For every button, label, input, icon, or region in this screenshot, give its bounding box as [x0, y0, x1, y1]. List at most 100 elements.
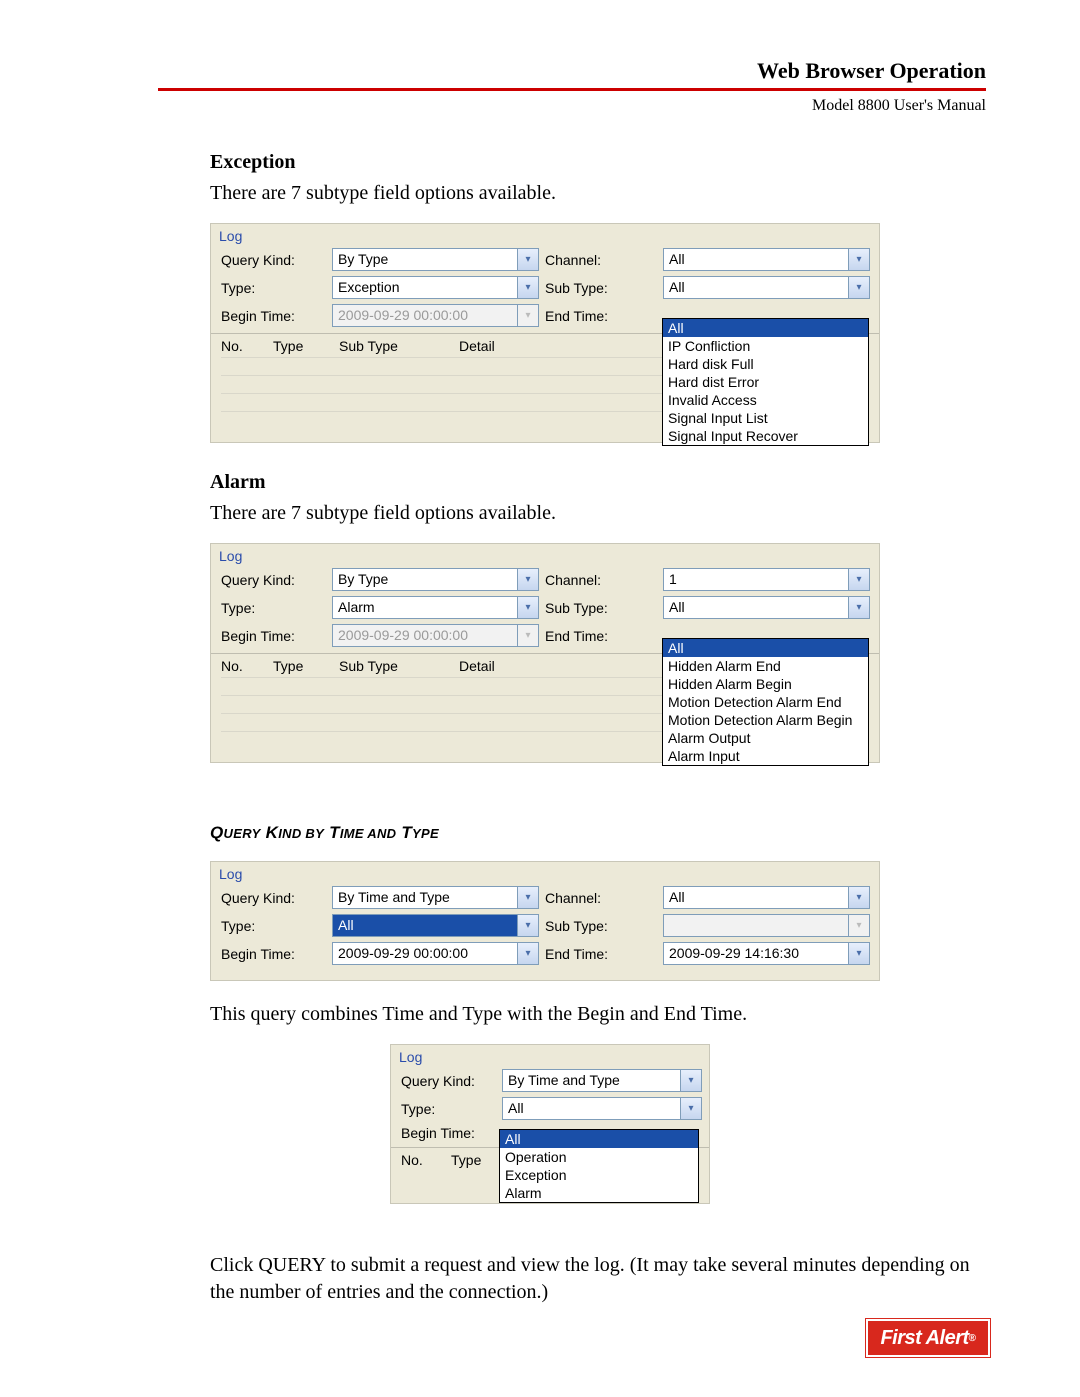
type-select[interactable]: Exception▾	[332, 276, 539, 299]
dropdown-option[interactable]: Alarm Input	[663, 747, 868, 765]
chevron-down-icon: ▾	[518, 304, 539, 327]
col-type: Type	[273, 338, 339, 354]
label-end-time: End Time:	[545, 308, 657, 324]
label-begin-time: Begin Time:	[221, 946, 326, 962]
col-no: No.	[401, 1152, 451, 1168]
col-subtype: Sub Type	[339, 338, 459, 354]
log-panel-title: Log	[211, 862, 879, 884]
chevron-down-icon[interactable]: ▾	[849, 568, 870, 591]
type-select[interactable]: All▾	[332, 914, 539, 937]
page-header: Web Browser Operation Model 8800 User's …	[158, 58, 986, 115]
label-begin-time: Begin Time:	[401, 1125, 496, 1141]
label-begin-time: Begin Time:	[221, 628, 326, 644]
log-panel-title: Log	[211, 224, 879, 246]
chevron-down-icon[interactable]: ▾	[849, 248, 870, 271]
type-select[interactable]: Alarm▾	[332, 596, 539, 619]
header-rule	[158, 88, 986, 91]
channel-select[interactable]: All▾	[663, 248, 870, 271]
qkind-after-text: This query combines Time and Type with t…	[210, 1003, 990, 1026]
label-query-kind: Query Kind:	[221, 890, 326, 906]
sub-type-dropdown[interactable]: All IP Confliction Hard disk Full Hard d…	[662, 318, 869, 446]
label-type: Type:	[221, 280, 326, 296]
type-select[interactable]: All▾	[502, 1097, 702, 1120]
query-kind-select[interactable]: By Time and Type▾	[502, 1069, 702, 1092]
header-subtitle: Model 8800 User's Manual	[158, 97, 986, 115]
chevron-down-icon[interactable]: ▾	[849, 942, 870, 965]
label-sub-type: Sub Type:	[545, 918, 657, 934]
exception-intro: There are 7 subtype field options availa…	[210, 182, 990, 205]
dropdown-option[interactable]: Hard dist Error	[663, 373, 868, 391]
log-panel-title: Log	[391, 1045, 709, 1067]
chevron-down-icon[interactable]: ▾	[518, 942, 539, 965]
label-end-time: End Time:	[545, 628, 657, 644]
chevron-down-icon[interactable]: ▾	[849, 886, 870, 909]
chevron-down-icon[interactable]: ▾	[518, 276, 539, 299]
dropdown-option[interactable]: Alarm Output	[663, 729, 868, 747]
chevron-down-icon[interactable]: ▾	[849, 596, 870, 619]
label-type: Type:	[221, 600, 326, 616]
col-detail: Detail	[459, 658, 619, 674]
dropdown-option[interactable]: Hard disk Full	[663, 355, 868, 373]
dropdown-option[interactable]: Exception	[500, 1166, 698, 1184]
dropdown-option[interactable]: Signal Input Recover	[663, 427, 868, 445]
logo-text: First Alert	[880, 1327, 968, 1350]
dropdown-option[interactable]: Signal Input List	[663, 409, 868, 427]
channel-select[interactable]: All▾	[663, 886, 870, 909]
col-type: Type	[273, 658, 339, 674]
dropdown-option[interactable]: Hidden Alarm Begin	[663, 675, 868, 693]
chevron-down-icon[interactable]: ▾	[518, 914, 539, 937]
dropdown-option[interactable]: Motion Detection Alarm Begin	[663, 711, 868, 729]
query-kind-select[interactable]: By Time and Type▾	[332, 886, 539, 909]
sub-type-select: ▾	[663, 914, 870, 937]
dropdown-option[interactable]: All	[663, 639, 868, 657]
dropdown-option[interactable]: IP Confliction	[663, 337, 868, 355]
footer-paragraph: Click QUERY to submit a request and view…	[210, 1252, 990, 1306]
col-no: No.	[221, 338, 273, 354]
col-detail: Detail	[459, 338, 619, 354]
exception-log-panel: Log Query Kind: By Type▾ Channel: All▾ T…	[210, 223, 880, 443]
begin-time-field[interactable]: 2009-09-29 00:00:00▾	[332, 942, 539, 965]
chevron-down-icon[interactable]: ▾	[681, 1069, 702, 1092]
dropdown-option[interactable]: All	[500, 1130, 698, 1148]
label-type: Type:	[401, 1101, 496, 1117]
begin-time-field: 2009-09-29 00:00:00▾	[332, 624, 539, 647]
label-begin-time: Begin Time:	[221, 308, 326, 324]
label-sub-type: Sub Type:	[545, 600, 657, 616]
dropdown-option[interactable]: Alarm	[500, 1184, 698, 1202]
chevron-down-icon: ▾	[518, 624, 539, 647]
dropdown-option[interactable]: Motion Detection Alarm End	[663, 693, 868, 711]
chevron-down-icon[interactable]: ▾	[518, 248, 539, 271]
first-alert-logo: First Alert®	[866, 1319, 990, 1357]
dropdown-option[interactable]: All	[663, 319, 868, 337]
label-query-kind: Query Kind:	[221, 252, 326, 268]
qkind-log-panel: Log Query Kind: By Time and Type▾ Channe…	[210, 861, 880, 981]
channel-select[interactable]: 1▾	[663, 568, 870, 591]
chevron-down-icon[interactable]: ▾	[518, 886, 539, 909]
chevron-down-icon[interactable]: ▾	[681, 1097, 702, 1120]
chevron-down-icon[interactable]: ▾	[518, 596, 539, 619]
label-sub-type: Sub Type:	[545, 280, 657, 296]
label-type: Type:	[221, 918, 326, 934]
sub-type-dropdown[interactable]: All Hidden Alarm End Hidden Alarm Begin …	[662, 638, 869, 766]
page: Web Browser Operation Model 8800 User's …	[0, 0, 1080, 1397]
label-channel: Channel:	[545, 572, 657, 588]
col-subtype: Sub Type	[339, 658, 459, 674]
sub-type-select[interactable]: All▾	[663, 596, 870, 619]
end-time-field[interactable]: 2009-09-29 14:16:30▾	[663, 942, 870, 965]
label-query-kind: Query Kind:	[221, 572, 326, 588]
dropdown-option[interactable]: Operation	[500, 1148, 698, 1166]
chevron-down-icon[interactable]: ▾	[518, 568, 539, 591]
dropdown-option[interactable]: Invalid Access	[663, 391, 868, 409]
alarm-intro: There are 7 subtype field options availa…	[210, 502, 990, 525]
query-kind-select[interactable]: By Type▾	[332, 248, 539, 271]
chevron-down-icon[interactable]: ▾	[849, 276, 870, 299]
col-no: No.	[221, 658, 273, 674]
dropdown-option[interactable]: Hidden Alarm End	[663, 657, 868, 675]
begin-time-field: 2009-09-29 00:00:00▾	[332, 304, 539, 327]
exception-heading: Exception	[210, 151, 990, 174]
qkind-heading: QUERY KIND BY TIME AND TYPE	[210, 823, 990, 843]
type-dropdown[interactable]: All Operation Exception Alarm	[499, 1129, 699, 1203]
sub-type-select[interactable]: All▾	[663, 276, 870, 299]
label-end-time: End Time:	[545, 946, 657, 962]
query-kind-select[interactable]: By Type▾	[332, 568, 539, 591]
